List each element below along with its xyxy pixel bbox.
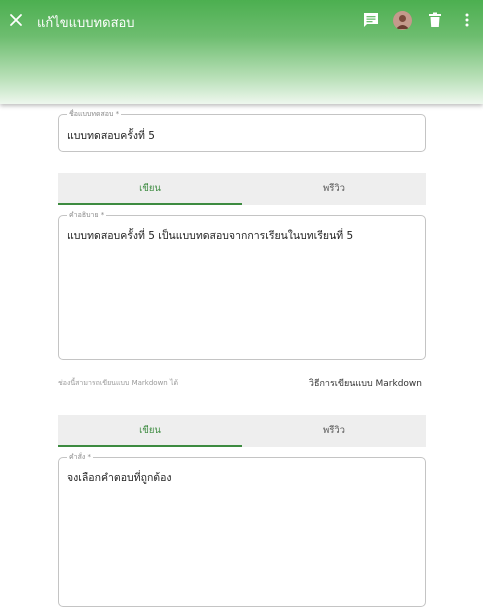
description-tabs: เขียน พรีวิว [58,173,426,205]
app-header: แก้ไขแบบทดสอบ [0,0,483,104]
description-field[interactable]: คำอธิบาย * แบบทดสอบครั้งที่ 5 เป็นแบบทดส… [58,210,426,360]
close-icon[interactable] [6,10,26,30]
instruction-label: คำสั่ง * [67,452,94,462]
user-avatar-icon [393,11,412,30]
form-content: ชื่อแบบทดสอบ * แบบทดสอบครั้งที่ 5 เขียน … [0,104,483,607]
comment-icon[interactable] [362,11,380,29]
instruction-field[interactable]: คำสั่ง * จงเลือกคำตอบที่ถูกต้อง [58,452,426,607]
avatar[interactable] [393,11,412,30]
more-vert-icon[interactable] [458,11,476,29]
markdown-hint: ช่องนี้สามารถเขียนแบบ Markdown ได้ [58,379,179,387]
tab-instruction-preview[interactable]: พรีวิว [242,415,426,447]
description-value[interactable]: แบบทดสอบครั้งที่ 5 เป็นแบบทดสอบจากการเรี… [67,227,353,244]
quiz-name-label: ชื่อแบบทดสอบ * [67,109,122,119]
instruction-tabs: เขียน พรีวิว [58,415,426,447]
tab-description-preview[interactable]: พรีวิว [242,173,426,205]
tab-instruction-write[interactable]: เขียน [58,415,242,447]
quiz-name-value[interactable]: แบบทดสอบครั้งที่ 5 [67,127,155,144]
quiz-name-field[interactable]: ชื่อแบบทดสอบ * แบบทดสอบครั้งที่ 5 [58,109,426,152]
page-title: แก้ไขแบบทดสอบ [37,16,135,31]
delete-icon[interactable] [426,11,444,29]
instruction-value[interactable]: จงเลือกคำตอบที่ถูกต้อง [67,469,172,486]
tab-description-write[interactable]: เขียน [58,173,242,205]
markdown-help-link[interactable]: วิธีการเขียนแบบ Markdown [309,376,422,390]
description-label: คำอธิบาย * [67,210,107,220]
